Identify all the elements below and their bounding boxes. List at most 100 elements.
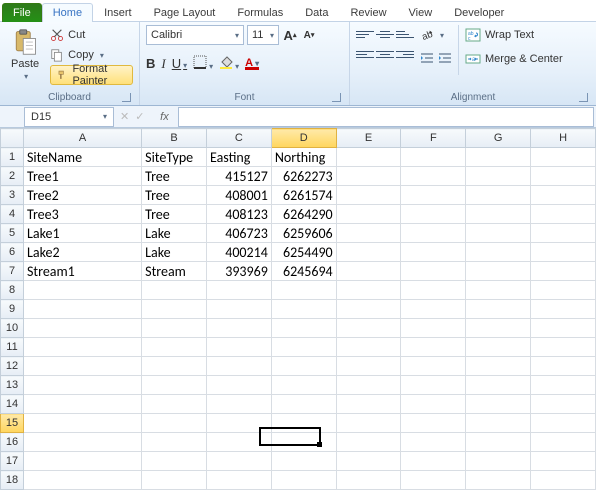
- cell[interactable]: [466, 167, 531, 186]
- cell[interactable]: [206, 319, 271, 338]
- cell[interactable]: [466, 224, 531, 243]
- cell[interactable]: [531, 205, 596, 224]
- cell[interactable]: [531, 186, 596, 205]
- cell[interactable]: [336, 148, 401, 167]
- cell[interactable]: [271, 471, 336, 490]
- cell[interactable]: [206, 395, 271, 414]
- cell[interactable]: [336, 395, 401, 414]
- tab-data[interactable]: Data: [294, 3, 339, 22]
- row-header[interactable]: 14: [1, 395, 24, 414]
- align-bottom-button[interactable]: [396, 25, 414, 43]
- cell[interactable]: [206, 357, 271, 376]
- cell[interactable]: Tree: [142, 186, 207, 205]
- cell[interactable]: Tree1: [24, 167, 142, 186]
- cell[interactable]: [24, 357, 142, 376]
- cell[interactable]: 6264290: [271, 205, 336, 224]
- cell[interactable]: Stream: [142, 262, 207, 281]
- cell[interactable]: [142, 452, 207, 471]
- cell[interactable]: [142, 395, 207, 414]
- col-header-E[interactable]: E: [336, 129, 401, 148]
- cell[interactable]: 393969: [206, 262, 271, 281]
- cell[interactable]: Stream1: [24, 262, 142, 281]
- cell[interactable]: [336, 243, 401, 262]
- font-name-select[interactable]: Calibri ▾: [146, 25, 244, 45]
- cell[interactable]: [271, 452, 336, 471]
- cell[interactable]: [401, 167, 466, 186]
- col-header-D[interactable]: D: [271, 129, 336, 148]
- cell[interactable]: [531, 243, 596, 262]
- decrease-indent-button[interactable]: [420, 51, 434, 68]
- cell[interactable]: Tree: [142, 167, 207, 186]
- cell[interactable]: [531, 167, 596, 186]
- wrap-text-button[interactable]: abc Wrap Text: [465, 25, 563, 45]
- fill-color-button[interactable]: ▾: [219, 55, 239, 72]
- cell[interactable]: [336, 376, 401, 395]
- cell[interactable]: [401, 205, 466, 224]
- tab-home[interactable]: Home: [42, 3, 93, 22]
- cell[interactable]: [24, 319, 142, 338]
- cell[interactable]: [401, 186, 466, 205]
- cell[interactable]: [271, 376, 336, 395]
- row-header[interactable]: 1: [1, 148, 24, 167]
- cell[interactable]: [271, 395, 336, 414]
- cell[interactable]: SiteType: [142, 148, 207, 167]
- cell[interactable]: [531, 452, 596, 471]
- row-header[interactable]: 15: [1, 414, 24, 433]
- row-header[interactable]: 11: [1, 338, 24, 357]
- row-header[interactable]: 12: [1, 357, 24, 376]
- cell[interactable]: [336, 281, 401, 300]
- row-header[interactable]: 7: [1, 262, 24, 281]
- cell[interactable]: [531, 319, 596, 338]
- cell[interactable]: 6245694: [271, 262, 336, 281]
- cell[interactable]: [466, 300, 531, 319]
- cell[interactable]: [466, 319, 531, 338]
- row-header[interactable]: 2: [1, 167, 24, 186]
- format-painter-button[interactable]: Format Painter: [50, 65, 133, 85]
- cell[interactable]: [531, 224, 596, 243]
- bold-button[interactable]: B: [146, 56, 155, 71]
- cell[interactable]: [271, 433, 336, 452]
- cell[interactable]: [336, 452, 401, 471]
- cell[interactable]: [401, 281, 466, 300]
- cell[interactable]: [142, 433, 207, 452]
- row-header[interactable]: 18: [1, 471, 24, 490]
- cell[interactable]: Tree2: [24, 186, 142, 205]
- cell[interactable]: [531, 300, 596, 319]
- cell[interactable]: [466, 243, 531, 262]
- cell[interactable]: [24, 414, 142, 433]
- cell[interactable]: [24, 471, 142, 490]
- cell[interactable]: Lake1: [24, 224, 142, 243]
- cell[interactable]: [466, 205, 531, 224]
- cell[interactable]: 6254490: [271, 243, 336, 262]
- cell[interactable]: [466, 338, 531, 357]
- cell[interactable]: [142, 471, 207, 490]
- cell[interactable]: [336, 319, 401, 338]
- borders-button[interactable]: ▾: [193, 55, 213, 72]
- cell[interactable]: Lake2: [24, 243, 142, 262]
- tab-page-layout[interactable]: Page Layout: [143, 3, 227, 22]
- cell[interactable]: [24, 281, 142, 300]
- cell[interactable]: [336, 414, 401, 433]
- cell[interactable]: [206, 471, 271, 490]
- formula-input[interactable]: [178, 107, 594, 127]
- copy-button[interactable]: Copy ▾: [50, 45, 133, 65]
- cell[interactable]: [401, 357, 466, 376]
- cell[interactable]: [466, 376, 531, 395]
- tab-insert[interactable]: Insert: [93, 3, 143, 22]
- cell[interactable]: [401, 148, 466, 167]
- row-header[interactable]: 13: [1, 376, 24, 395]
- cell[interactable]: [466, 281, 531, 300]
- cell[interactable]: [401, 395, 466, 414]
- cell[interactable]: [336, 338, 401, 357]
- cell[interactable]: [401, 319, 466, 338]
- cell[interactable]: [531, 262, 596, 281]
- cell[interactable]: [24, 338, 142, 357]
- cell[interactable]: [466, 395, 531, 414]
- align-top-button[interactable]: [356, 25, 374, 43]
- cell[interactable]: [466, 148, 531, 167]
- font-size-select[interactable]: 11 ▾: [247, 25, 279, 45]
- grow-font-button[interactable]: A▴: [282, 27, 298, 43]
- cell[interactable]: [466, 471, 531, 490]
- cell[interactable]: 408001: [206, 186, 271, 205]
- italic-button[interactable]: I: [161, 56, 165, 72]
